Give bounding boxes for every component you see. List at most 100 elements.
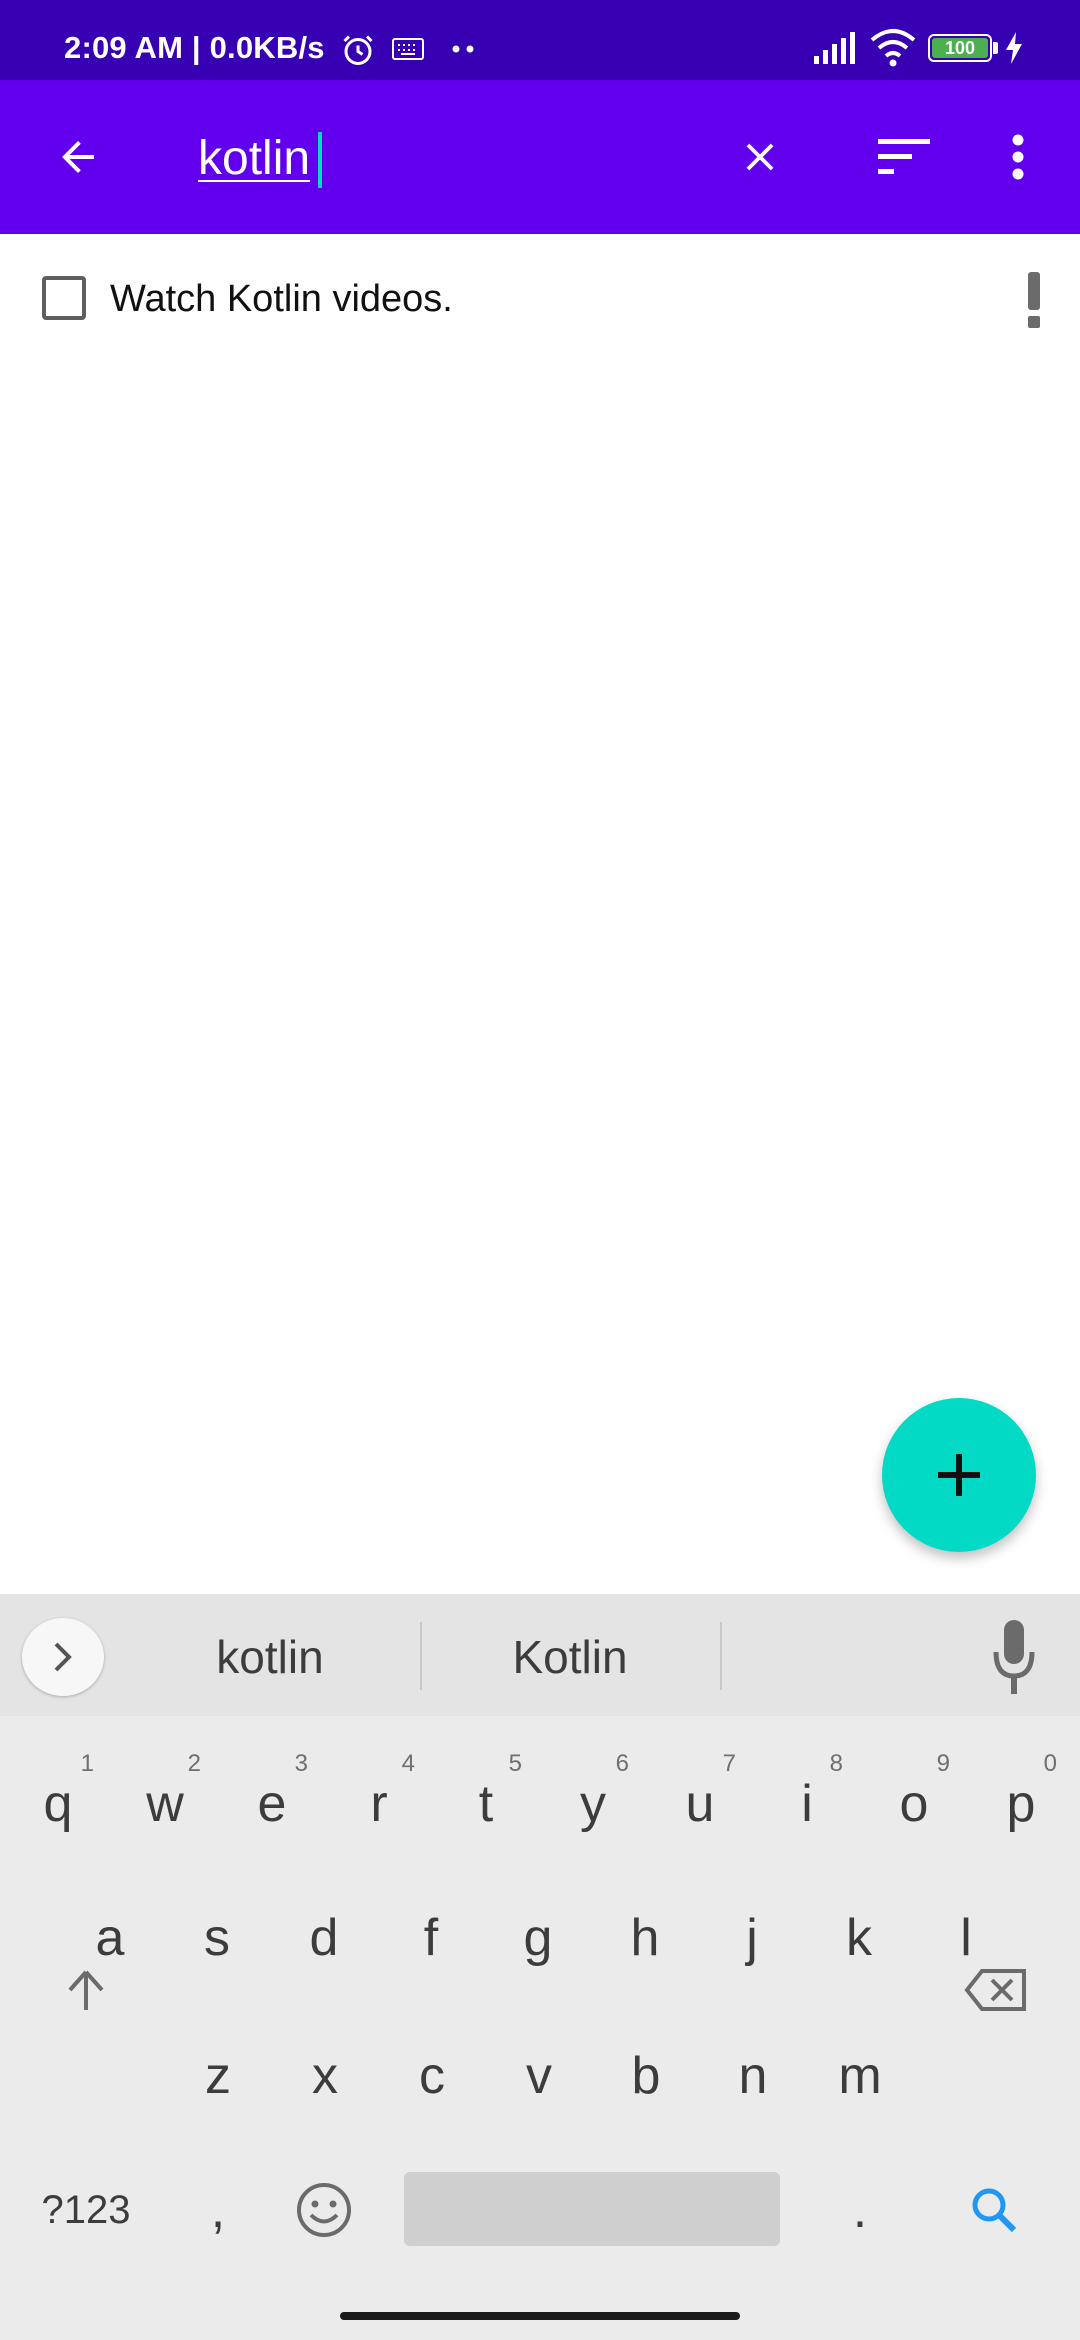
- key-g[interactable]: g: [486, 1878, 590, 1998]
- comma-key[interactable]: ,: [166, 2150, 270, 2270]
- add-task-button[interactable]: [882, 1398, 1036, 1552]
- more-options-button[interactable]: [980, 117, 1056, 197]
- key-j[interactable]: j: [700, 1878, 804, 1998]
- key-l[interactable]: l: [914, 1878, 1018, 1998]
- key-label: t: [478, 1775, 494, 1833]
- period-key[interactable]: .: [808, 2150, 912, 2270]
- search-key[interactable]: [942, 2150, 1046, 2270]
- mic-icon[interactable]: [990, 1618, 1038, 1698]
- task-checkbox[interactable]: [42, 276, 86, 320]
- suggestion-strip: kotlin Kotlin: [0, 1594, 1080, 1716]
- key-d[interactable]: d: [272, 1878, 376, 1998]
- key-y[interactable]: y6: [541, 1744, 645, 1864]
- key-number-hint: 1: [80, 1750, 94, 1777]
- key-label: s: [204, 1909, 230, 1967]
- key-number-hint: 7: [722, 1750, 736, 1777]
- key-label: j: [746, 1909, 758, 1967]
- search-app-bar: [0, 80, 1080, 234]
- key-c[interactable]: c: [380, 2016, 484, 2136]
- task-item[interactable]: Watch Kotlin videos.: [0, 234, 1080, 364]
- key-r[interactable]: r4: [327, 1744, 431, 1864]
- key-x[interactable]: x: [273, 2016, 377, 2136]
- key-b[interactable]: b: [594, 2016, 698, 2136]
- key-label: u: [685, 1775, 715, 1833]
- key-label: e: [257, 1775, 287, 1833]
- key-label: z: [205, 2047, 231, 2105]
- suggestion-1[interactable]: kotlin: [160, 1630, 380, 1684]
- key-label: b: [631, 2047, 661, 2105]
- soft-keyboard: kotlin Kotlin ?123 , . q 1 w 2 e 3 r 4 t…: [0, 1594, 1080, 2340]
- key-number-hint: 8: [829, 1750, 843, 1777]
- emoji-icon: [297, 2183, 351, 2237]
- key-w[interactable]: w2: [113, 1744, 217, 1864]
- clear-search-button[interactable]: [712, 117, 808, 197]
- key-q[interactable]: q1: [6, 1744, 110, 1864]
- key-z[interactable]: z: [166, 2016, 270, 2136]
- space-key[interactable]: [404, 2172, 780, 2246]
- battery-icon: 100: [928, 34, 992, 62]
- key-i[interactable]: i8: [755, 1744, 859, 1864]
- signal-icon: [814, 32, 855, 64]
- key-label: d: [309, 1909, 339, 1967]
- priority-exclamation-icon: [1028, 272, 1040, 328]
- key-e[interactable]: e3: [220, 1744, 324, 1864]
- key-n[interactable]: n: [701, 2016, 805, 2136]
- key-number-hint: 5: [508, 1750, 522, 1777]
- key-label: f: [423, 1909, 439, 1967]
- key-m[interactable]: m: [808, 2016, 912, 2136]
- key-label: i: [801, 1775, 813, 1833]
- emoji-key[interactable]: [272, 2150, 376, 2270]
- back-arrow-icon: [62, 141, 94, 173]
- battery-level: 100: [944, 38, 976, 58]
- task-title: Watch Kotlin videos.: [110, 278, 453, 320]
- key-label: m: [838, 2047, 882, 2105]
- text-cursor: [318, 132, 322, 188]
- key-s[interactable]: s: [165, 1878, 269, 1998]
- search-icon: [972, 2188, 1017, 2233]
- key-u[interactable]: u7: [648, 1744, 752, 1864]
- key-number-hint: 9: [936, 1750, 950, 1777]
- add-icon: [938, 1454, 980, 1496]
- clear-icon: [746, 143, 774, 171]
- search-input[interactable]: [198, 124, 718, 192]
- key-label: l: [960, 1909, 972, 1967]
- charging-icon: [1006, 32, 1022, 64]
- key-label: v: [526, 2047, 552, 2105]
- key-label: p: [1006, 1775, 1036, 1833]
- key-label: n: [738, 2047, 768, 2105]
- status-time: 2:09 AM | 0.0KB/s: [64, 30, 325, 65]
- key-label: c: [419, 2047, 445, 2105]
- key-v[interactable]: v: [487, 2016, 591, 2136]
- key-o[interactable]: o9: [862, 1744, 966, 1864]
- sort-icon: [878, 139, 930, 174]
- suggestion-2[interactable]: Kotlin: [460, 1630, 680, 1684]
- key-p[interactable]: p0: [969, 1744, 1073, 1864]
- home-indicator[interactable]: [340, 2312, 740, 2320]
- key-h[interactable]: h: [593, 1878, 697, 1998]
- wifi-icon: [870, 29, 916, 67]
- more-vert-icon: [1012, 134, 1024, 180]
- keyboard-icon: [392, 38, 424, 60]
- expand-toolbar-button[interactable]: [22, 1618, 104, 1696]
- key-label: y: [580, 1775, 606, 1833]
- sort-button[interactable]: [856, 117, 952, 197]
- key-k[interactable]: k: [807, 1878, 911, 1998]
- more-notifications-icon: [452, 45, 474, 53]
- key-label: r: [370, 1775, 388, 1833]
- status-bar: 2:09 AM | 0.0KB/s 100: [0, 0, 1080, 80]
- key-number-hint: 0: [1043, 1750, 1057, 1777]
- key-a[interactable]: a: [58, 1878, 162, 1998]
- key-label: a: [95, 1909, 125, 1967]
- key-t[interactable]: t5: [434, 1744, 538, 1864]
- key-f[interactable]: f: [379, 1878, 483, 1998]
- key-label: q: [43, 1775, 73, 1833]
- key-label: o: [899, 1775, 929, 1833]
- back-button[interactable]: [30, 117, 126, 197]
- key-number-hint: 4: [401, 1750, 415, 1777]
- alarm-icon: [343, 35, 373, 65]
- numbers-key[interactable]: ?123: [34, 2150, 138, 2270]
- suggestion-divider: [720, 1622, 722, 1690]
- key-label: k: [846, 1909, 872, 1967]
- expand-icon: [54, 1642, 72, 1672]
- key-label: g: [523, 1909, 553, 1967]
